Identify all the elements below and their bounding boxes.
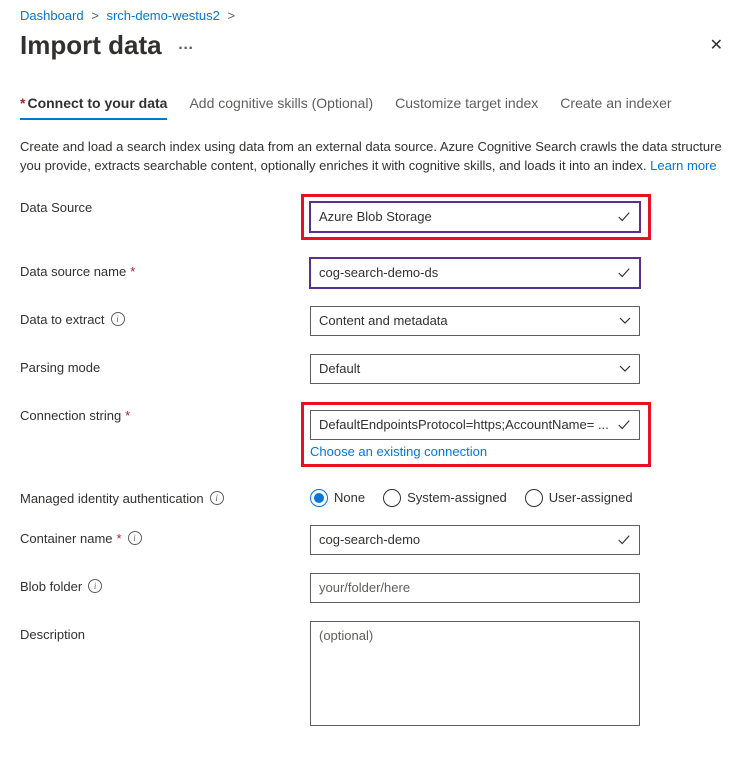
tab-cognitive-skills[interactable]: Add cognitive skills (Optional) [189, 89, 373, 119]
container-name-select[interactable]: cog-search-demo [310, 525, 640, 555]
tab-create-indexer[interactable]: Create an indexer [560, 89, 671, 119]
parsing-mode-select[interactable]: Default [310, 354, 640, 384]
breadcrumb-link-dashboard[interactable]: Dashboard [20, 8, 84, 23]
breadcrumb-link-resource[interactable]: srch-demo-westus2 [106, 8, 219, 23]
chevron-down-icon [619, 315, 631, 327]
required-icon: * [117, 531, 122, 546]
label-data-to-extract: Data to extract i [20, 306, 310, 327]
required-icon: * [125, 408, 130, 423]
info-icon[interactable]: i [128, 531, 142, 545]
label-description: Description [20, 621, 310, 642]
data-to-extract-select[interactable]: Content and metadata [310, 306, 640, 336]
tab-connect-data[interactable]: *Connect to your data [20, 89, 167, 119]
wizard-tabs: *Connect to your data Add cognitive skil… [20, 89, 729, 120]
blob-folder-input[interactable] [310, 573, 640, 603]
info-icon[interactable]: i [210, 491, 224, 505]
chevron-right-icon: > [87, 8, 103, 23]
radio-icon [525, 489, 543, 507]
radio-system-assigned[interactable]: System-assigned [383, 489, 507, 507]
check-icon [617, 418, 631, 432]
check-icon [617, 266, 631, 280]
highlight-connection-string: DefaultEndpointsProtocol=https;AccountNa… [301, 402, 651, 467]
data-source-name-input[interactable]: cog-search-demo-ds [310, 258, 640, 288]
learn-more-link[interactable]: Learn more [650, 158, 716, 173]
check-icon [617, 210, 631, 224]
managed-identity-radio-group: None System-assigned User-assigned [310, 485, 729, 507]
choose-existing-connection-link[interactable]: Choose an existing connection [310, 444, 487, 459]
required-icon: * [20, 95, 25, 111]
label-blob-folder: Blob folder i [20, 573, 310, 594]
description-textarea[interactable] [310, 621, 640, 726]
label-data-source: Data Source [20, 194, 310, 215]
close-icon[interactable]: ✕ [704, 29, 729, 61]
radio-user-assigned[interactable]: User-assigned [525, 489, 633, 507]
page-title: Import data … [20, 30, 195, 61]
highlight-data-source: Azure Blob Storage [301, 194, 651, 240]
connection-string-input[interactable]: DefaultEndpointsProtocol=https;AccountNa… [310, 410, 640, 440]
label-data-source-name: Data source name * [20, 258, 310, 279]
info-icon[interactable]: i [88, 579, 102, 593]
radio-icon [310, 489, 328, 507]
info-icon[interactable]: i [111, 312, 125, 326]
label-managed-identity: Managed identity authentication i [20, 485, 310, 506]
radio-none[interactable]: None [310, 489, 365, 507]
tab-target-index[interactable]: Customize target index [395, 89, 538, 119]
intro-text: Create and load a search index using dat… [20, 138, 729, 176]
check-icon [617, 533, 631, 547]
label-container-name: Container name * i [20, 525, 310, 546]
label-parsing-mode: Parsing mode [20, 354, 310, 375]
chevron-right-icon: > [224, 8, 240, 23]
required-icon: * [130, 264, 135, 279]
data-source-select[interactable]: Azure Blob Storage [310, 202, 640, 232]
chevron-down-icon [619, 363, 631, 375]
more-icon[interactable]: … [178, 36, 195, 54]
label-connection-string: Connection string * [20, 402, 310, 423]
radio-icon [383, 489, 401, 507]
breadcrumb: Dashboard > srch-demo-westus2 > [20, 8, 729, 23]
